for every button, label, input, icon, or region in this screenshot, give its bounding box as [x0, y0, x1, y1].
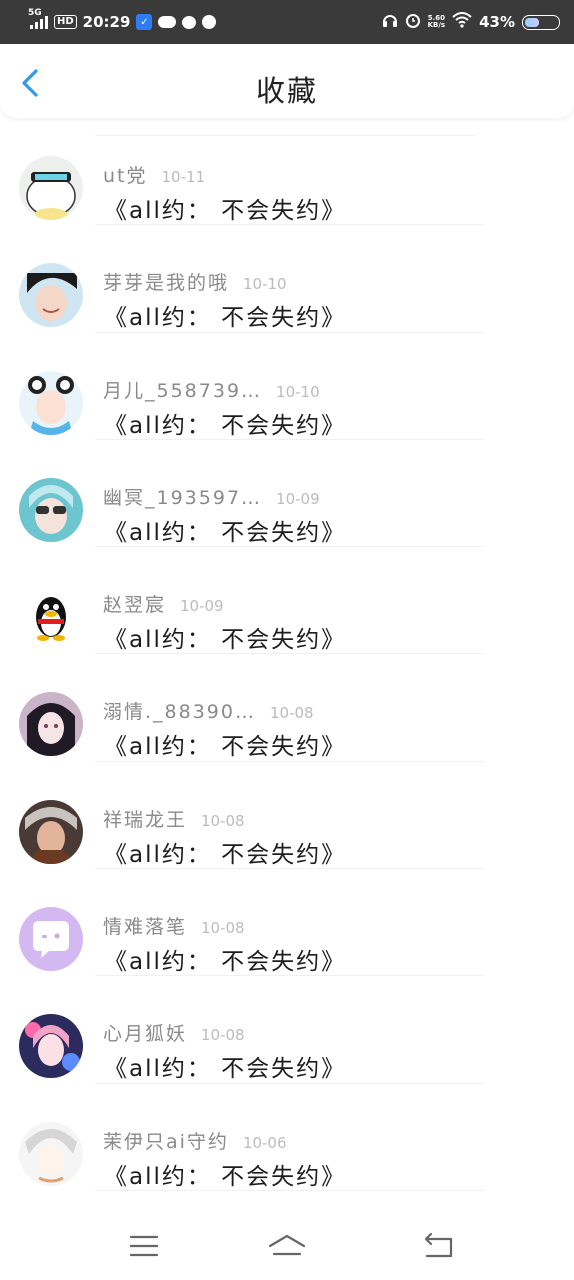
avatar[interactable]	[19, 370, 83, 435]
avatar[interactable]	[19, 799, 83, 864]
date: 10-06	[242, 1133, 287, 1152]
date: 10-09	[180, 597, 224, 616]
date: 10-08	[201, 811, 245, 830]
hd-badge: HD	[54, 15, 77, 29]
date: 10-09	[276, 489, 320, 508]
headphones-icon	[382, 12, 398, 32]
user-name: ut党	[103, 165, 148, 187]
menu-icon	[129, 1235, 159, 1257]
penguin-icon	[19, 585, 83, 650]
message-preview: 《all约： 不会失约》	[104, 734, 347, 761]
wifi-icon	[452, 12, 472, 32]
alarm-icon	[405, 12, 421, 32]
back-icon	[424, 1232, 453, 1258]
battery-level	[525, 17, 539, 27]
date: 10-08	[269, 704, 314, 723]
compass-icon	[202, 15, 217, 29]
message-preview: 《all约： 不会失约》	[104, 841, 347, 868]
network-type: 5G	[28, 8, 42, 18]
date: 10-10	[243, 275, 287, 294]
app-notification-icon: ✓	[136, 14, 153, 30]
cloud-icon	[158, 16, 177, 28]
user-name: 茉伊只ai守约	[103, 1130, 229, 1153]
user-name: 溺情._88390…	[103, 701, 256, 724]
message-preview: 《all约： 不会失约》	[104, 1056, 347, 1083]
message-preview: 《all约： 不会失约》	[104, 519, 347, 546]
avatar[interactable]	[19, 907, 83, 972]
header: 收藏	[0, 44, 574, 118]
message-preview: 《all约： 不会失约》	[104, 198, 347, 224]
user-name: 祥瑞龙王	[103, 808, 188, 831]
list-item[interactable]: 溺情._88390… 10-08 《all约： 不会失约》	[0, 654, 574, 763]
message-preview: 《all约： 不会失约》	[104, 627, 347, 654]
user-name: 心月狐妖	[103, 1023, 188, 1046]
user-name: 赵翌宸	[103, 594, 167, 617]
list-item[interactable]: 茉伊只ai守约 10-06 《all约： 不会失约》	[0, 1084, 574, 1192]
message-preview: 《all约： 不会失约》	[104, 305, 347, 332]
list-item[interactable]: 月儿_558739… 10-10 《all约： 不会失约》	[0, 333, 574, 441]
list-item[interactable]: 幽冥_193597… 10-09 《all约： 不会失约》	[0, 440, 574, 548]
message-bubble-icon	[182, 15, 197, 29]
avatar[interactable]	[19, 585, 83, 650]
list-item[interactable]: 祥瑞龙王 10-08 《all约： 不会失约》	[0, 762, 574, 870]
user-name: 幽冥_193597…	[103, 486, 263, 509]
net-speed: 5.60 KB/s	[428, 15, 445, 29]
user-name: 芽芽是我的哦	[103, 272, 230, 295]
page-title: 收藏	[255, 74, 318, 108]
date: 10-08	[201, 919, 245, 938]
back-nav-button[interactable]	[416, 1224, 460, 1268]
message-preview: 《all约： 不会失约》	[104, 949, 347, 976]
favorites-list: ut党 10-11 《all约： 不会失约》 芽芽是我的哦 10-10 《all…	[0, 118, 574, 1192]
cellular-signal-icon: 5G	[28, 8, 48, 29]
clock: 20:29	[82, 13, 131, 31]
list-item[interactable]: ut党 10-11 《all约： 不会失约》	[0, 118, 574, 226]
avatar[interactable]	[19, 156, 83, 220]
battery-percent: 43%	[479, 13, 515, 31]
avatar[interactable]	[19, 477, 83, 542]
avatar[interactable]	[19, 692, 83, 757]
avatar[interactable]	[19, 1121, 83, 1186]
date: 10-11	[161, 168, 206, 186]
menu-button[interactable]	[122, 1224, 166, 1268]
date: 10-10	[276, 382, 320, 401]
message-preview: 《all约： 不会失约》	[104, 1163, 347, 1190]
battery-icon	[522, 14, 560, 30]
user-name: 情难落笔	[103, 916, 188, 939]
chat-bubble-icon	[19, 907, 83, 972]
list-item[interactable]: 芽芽是我的哦 10-10 《all约： 不会失约》	[0, 225, 574, 333]
list-item[interactable]: 赵翌宸 10-09 《all约： 不会失约》	[0, 547, 574, 655]
list-item[interactable]: 情难落笔 10-08 《all约： 不会失约》	[0, 869, 574, 977]
home-icon	[268, 1234, 306, 1256]
user-name: 月儿_558739…	[103, 379, 263, 402]
avatar[interactable]	[19, 263, 83, 328]
message-preview: 《all约： 不会失约》	[104, 412, 347, 439]
home-button[interactable]	[265, 1224, 309, 1268]
net-speed-unit: KB/s	[427, 21, 446, 29]
status-bar: 5G HD 20:29 ✓ 5.60 KB/s 43%	[0, 0, 574, 44]
system-nav-bar	[0, 1210, 574, 1280]
date: 10-08	[201, 1026, 245, 1045]
list-item[interactable]: 心月狐妖 10-08 《all约： 不会失约》	[0, 976, 574, 1084]
avatar[interactable]	[19, 1014, 83, 1079]
